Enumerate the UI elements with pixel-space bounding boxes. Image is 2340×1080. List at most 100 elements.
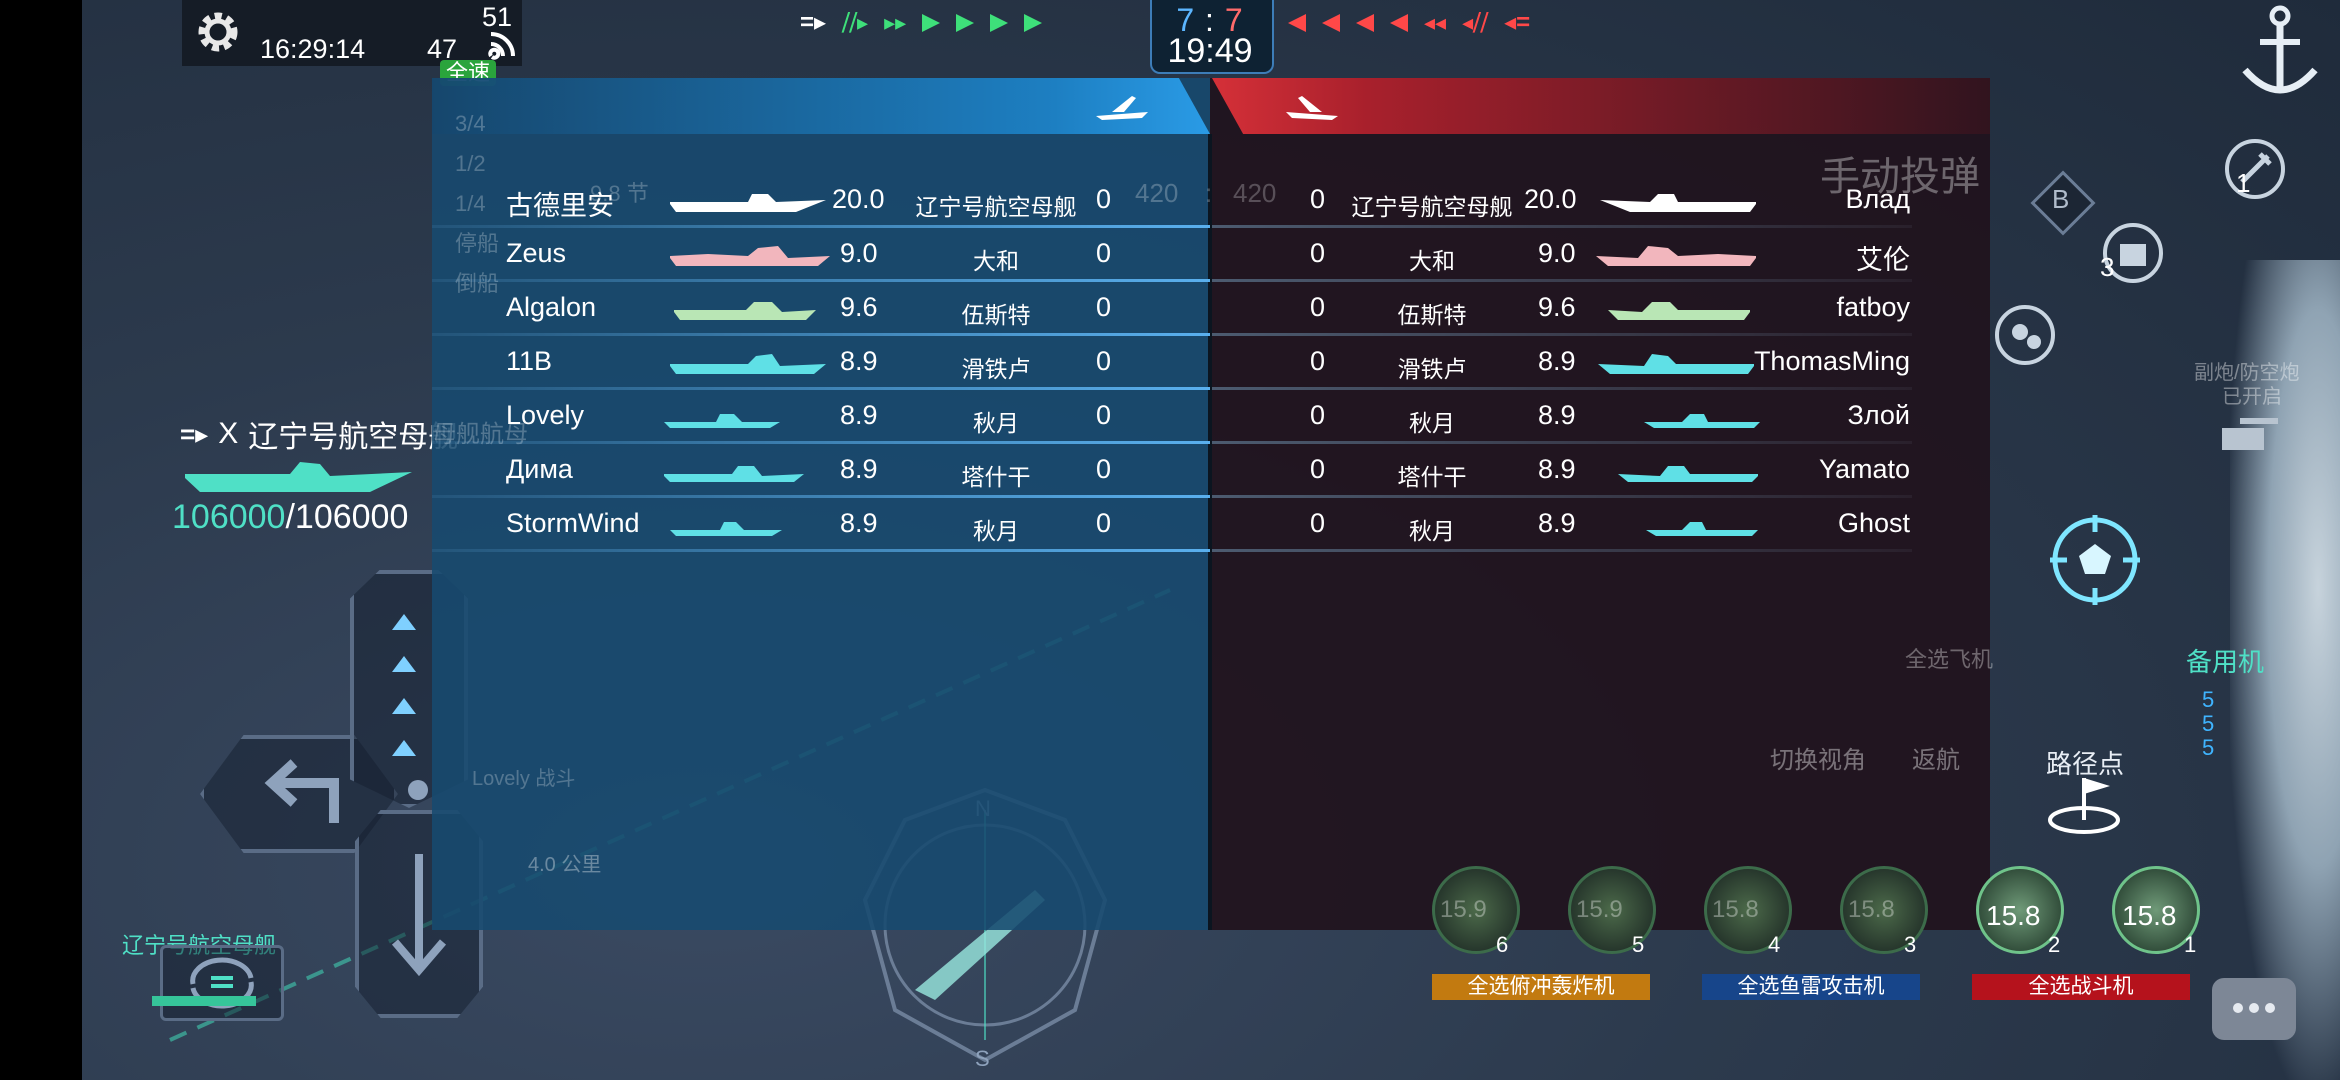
- row-divider: [432, 549, 1210, 552]
- player-score: 9.0: [840, 238, 878, 268]
- player-score: 8.9: [840, 400, 878, 430]
- ship-silhouette: [1598, 354, 1754, 374]
- table-row[interactable]: 古德里安 20.0 辽宁号航空母舰 0: [432, 176, 1210, 228]
- speed-level[interactable]: 1/2: [455, 144, 499, 184]
- player-score: 8.9: [1538, 400, 1576, 430]
- select-dive-bombers-button[interactable]: 全选俯冲轰炸机: [1432, 974, 1650, 1000]
- slot-index: 4: [1768, 932, 1781, 957]
- player-name: Дима: [506, 454, 573, 484]
- ship-marker-icon: [1322, 13, 1340, 32]
- kill-count: 0: [1310, 292, 1326, 322]
- table-row[interactable]: 0 秋月 8.9 Злой: [1212, 392, 1912, 444]
- player-score: 8.9: [1538, 346, 1576, 376]
- select-fighters-button[interactable]: 全选战斗机: [1972, 974, 2190, 1000]
- player-score: 9.0: [1538, 238, 1576, 268]
- b-marker-label: B: [2052, 184, 2070, 214]
- ghost-ship-label: 母舰航母: [432, 421, 528, 448]
- ship-class: 滑铁卢: [1397, 356, 1467, 382]
- kill-count: 0: [1310, 508, 1326, 538]
- settings-button[interactable]: [182, 0, 262, 66]
- player-name: StormWind: [506, 508, 640, 538]
- ship-silhouette: [670, 522, 782, 536]
- clock: 16:29:14: [260, 34, 366, 64]
- speed-level[interactable]: 倒船: [455, 264, 499, 304]
- speed-levels: 3/4 1/2 1/4 停船 倒船: [455, 104, 499, 304]
- row-divider: [432, 279, 1210, 282]
- table-row[interactable]: 0 秋月 8.9 Ghost: [1212, 500, 1912, 552]
- status-panel: 16:29:14 47 51: [260, 0, 522, 66]
- reserve-count: 5: [2202, 687, 2215, 712]
- signal-icon: [488, 32, 515, 60]
- reserve-count: 5: [2202, 711, 2215, 736]
- select-all-planes-button[interactable]: 全选飞机: [1905, 642, 1993, 674]
- ally-marker: Lovely 战斗: [472, 768, 576, 790]
- table-row[interactable]: Lovely 8.9 秋月 0: [432, 392, 1210, 444]
- turret-icon[interactable]: [2210, 406, 2280, 466]
- ping-counter: 51: [482, 2, 513, 32]
- slot-cooldown: 15.9: [1576, 896, 1623, 923]
- screen-notch-bar: [0, 0, 82, 1080]
- kill-count: 0: [1096, 400, 1112, 430]
- manual-bomb-button[interactable]: 手动投弹: [1820, 144, 1980, 202]
- kill-count: 0: [1096, 346, 1112, 376]
- player-ship-silhouette: [185, 462, 412, 492]
- table-row[interactable]: 0 伍斯特 9.6 fatboy: [1212, 284, 1912, 336]
- table-row[interactable]: 0 塔什干 8.9 Yamato: [1212, 446, 1912, 498]
- select-torpedo-bombers-button[interactable]: 全选鱼雷攻击机: [1702, 974, 1920, 1000]
- ship-silhouette: [1646, 522, 1758, 536]
- ship-class: 秋月: [973, 410, 1019, 436]
- hp-max: /106000: [285, 498, 409, 536]
- player-score: 9.6: [1538, 292, 1576, 322]
- chat-button[interactable]: [2212, 978, 2296, 1040]
- anchor-icon[interactable]: [2235, 0, 2325, 110]
- match-timer: 19:49: [1167, 32, 1253, 70]
- blue-team-list: 古德里安 20.0 辽宁号航空母舰 0 Zeus 9.0 大和 0 Algalo…: [432, 176, 1210, 556]
- table-row[interactable]: 11B 8.9 滑铁卢 0: [432, 338, 1210, 390]
- kill-count: 0: [1310, 238, 1326, 268]
- player-name: 11B: [506, 346, 553, 376]
- ship-silhouette: [664, 466, 804, 482]
- ship-silhouette: [670, 194, 826, 212]
- ship-marker-icon: [922, 13, 941, 32]
- ship-silhouette: [1644, 414, 1760, 428]
- player-score: 8.9: [840, 454, 878, 484]
- row-divider: [432, 225, 1210, 228]
- table-row[interactable]: StormWind 8.9 秋月 0: [432, 500, 1210, 552]
- secondary-guns-state: 已开启: [2222, 386, 2282, 408]
- reserve-label: 备用机: [2186, 647, 2265, 677]
- table-row[interactable]: 0 滑铁卢 8.9 ThomasMing: [1212, 338, 1912, 390]
- return-button[interactable]: 返航: [1912, 740, 1960, 775]
- arrow-up-icon: [392, 740, 416, 756]
- scoreboard-red-header: [1212, 78, 1990, 134]
- ship-marker-icon: [1288, 13, 1306, 32]
- ship-silhouette: [664, 414, 780, 428]
- table-row[interactable]: Algalon 9.6 伍斯特 0: [432, 284, 1210, 336]
- speed-level[interactable]: 停船: [455, 224, 499, 264]
- smoke-icon[interactable]: [1990, 300, 2060, 370]
- range-readout: 4.0 公里: [528, 854, 602, 876]
- destroyer-icon: ◂◂: [1424, 9, 1447, 35]
- ship-class: 大和: [973, 248, 1019, 274]
- speed-level[interactable]: 1/4: [455, 184, 499, 224]
- dpad-center-dot: [408, 780, 428, 800]
- target-marker: X: [218, 417, 239, 450]
- waypoint-flag-icon[interactable]: [2044, 770, 2134, 840]
- kill-count: 0: [1310, 454, 1326, 484]
- table-row[interactable]: Zeus 9.0 大和 0: [432, 230, 1210, 282]
- slot-cooldown: 15.8: [1712, 896, 1759, 923]
- switch-ship-button[interactable]: [160, 945, 284, 1021]
- player-score: 8.9: [1538, 508, 1576, 538]
- player-name: ThomasMing: [1753, 346, 1910, 376]
- carrier-icon: =▸: [180, 418, 209, 449]
- ship-marker-icon: [1390, 13, 1408, 32]
- speed-level[interactable]: 3/4: [455, 104, 499, 144]
- player-score: 8.9: [840, 508, 878, 538]
- table-row[interactable]: 0 辽宁号航空母舰 20.0 Влад: [1212, 176, 1912, 228]
- table-row[interactable]: Дима 8.9 塔什干 0: [432, 446, 1210, 498]
- aircraft-target-icon[interactable]: [2045, 510, 2145, 610]
- repair-icon[interactable]: [2220, 134, 2290, 204]
- player-name: Algalon: [506, 292, 597, 322]
- repair-count: 1: [2236, 168, 2251, 198]
- switch-view-button[interactable]: 切换视角: [1770, 740, 1866, 775]
- table-row[interactable]: 0 大和 9.0 艾伦: [1212, 230, 1912, 282]
